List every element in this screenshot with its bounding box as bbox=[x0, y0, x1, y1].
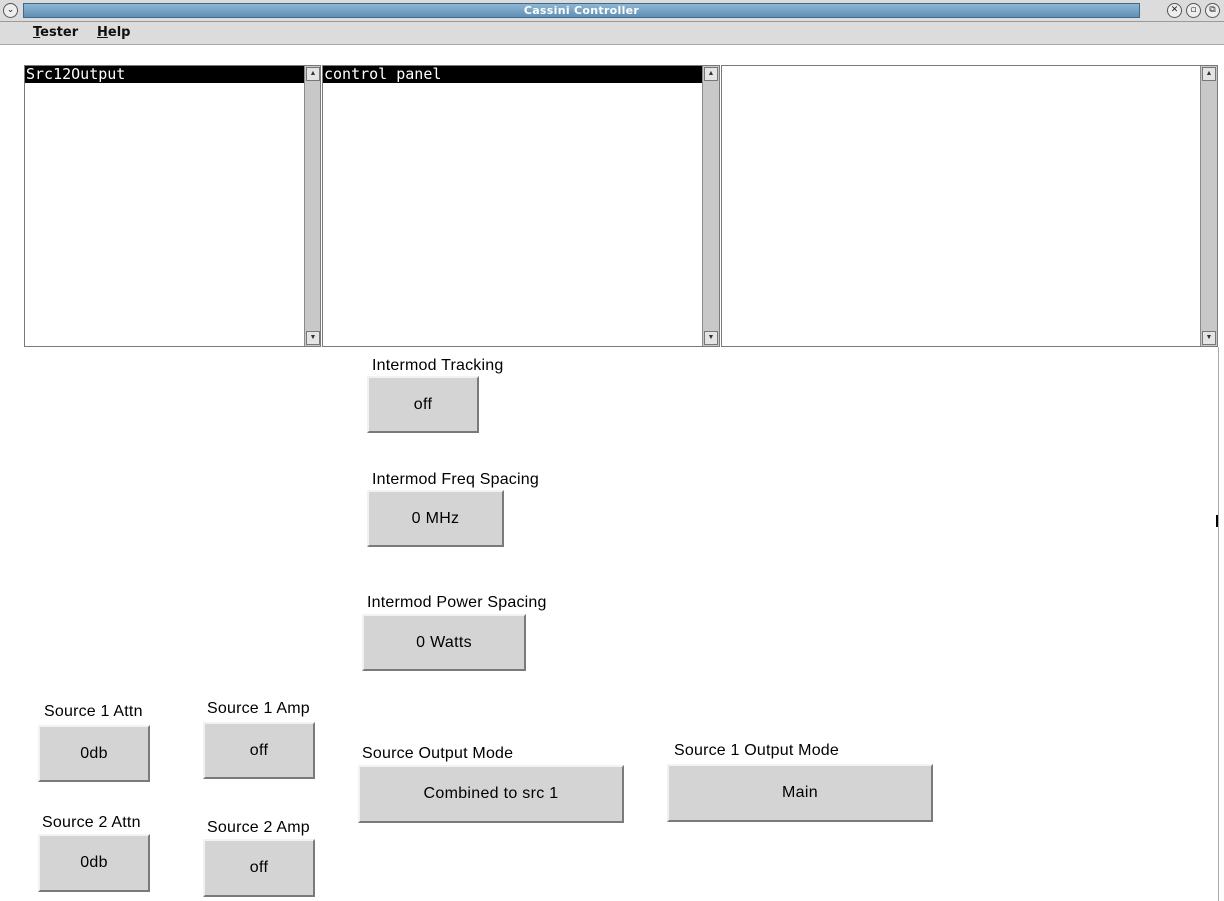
scroll-down-icon[interactable]: ▼ bbox=[306, 331, 320, 345]
scroll-down-icon[interactable]: ▼ bbox=[1202, 331, 1216, 345]
intermod-power-spacing-button[interactable]: 0 Watts bbox=[362, 614, 526, 671]
scroll-up-icon[interactable]: ▲ bbox=[306, 67, 320, 81]
close-icon[interactable]: ✕ bbox=[1167, 3, 1182, 18]
scroll-down-icon[interactable]: ▼ bbox=[704, 331, 718, 345]
source1-amp-button[interactable]: off bbox=[203, 722, 315, 779]
source2-amp-label: Source 2 Amp bbox=[207, 819, 310, 836]
list-left[interactable]: Src12Output ▲ ▼ bbox=[24, 65, 321, 347]
intermod-power-spacing-label: Intermod Power Spacing bbox=[367, 594, 547, 611]
source2-amp-button[interactable]: off bbox=[203, 839, 315, 897]
edge-marker bbox=[1216, 515, 1218, 527]
source1-output-mode-label: Source 1 Output Mode bbox=[674, 742, 839, 759]
chevron-down-icon[interactable]: ⌄ bbox=[3, 3, 18, 18]
source1-attn-button[interactable]: 0db bbox=[38, 725, 150, 782]
intermod-tracking-label: Intermod Tracking bbox=[372, 357, 504, 374]
intermod-tracking-button[interactable]: off bbox=[367, 376, 479, 433]
source-output-mode-button[interactable]: Combined to src 1 bbox=[358, 765, 624, 823]
title-bar: ⌄ Cassini Controller ✕ ▫ ⧉ bbox=[0, 0, 1224, 22]
menu-tester[interactable]: Tester bbox=[33, 25, 78, 40]
scroll-up-icon[interactable]: ▲ bbox=[1202, 67, 1216, 81]
intermod-freq-spacing-label: Intermod Freq Spacing bbox=[372, 471, 539, 488]
menu-bar: Tester Help bbox=[0, 22, 1224, 45]
minimize-icon[interactable]: ▫ bbox=[1186, 3, 1201, 18]
source2-attn-label: Source 2 Attn bbox=[42, 814, 141, 831]
window-title: Cassini Controller bbox=[523, 4, 640, 17]
intermod-freq-spacing-button[interactable]: 0 MHz bbox=[367, 490, 504, 547]
title-bar-strip[interactable]: Cassini Controller bbox=[23, 3, 1140, 18]
list-item-selected[interactable]: Src12Output bbox=[25, 66, 305, 83]
source1-attn-label: Source 1 Attn bbox=[44, 703, 143, 720]
scroll-up-icon[interactable]: ▲ bbox=[704, 67, 718, 81]
source1-amp-label: Source 1 Amp bbox=[207, 700, 310, 717]
list-right[interactable]: ▲ ▼ bbox=[721, 65, 1218, 347]
scrollbar[interactable]: ▲ ▼ bbox=[702, 66, 719, 346]
source1-output-mode-button[interactable]: Main bbox=[667, 764, 933, 822]
maximize-icon[interactable]: ⧉ bbox=[1205, 3, 1220, 18]
source2-attn-button[interactable]: 0db bbox=[38, 834, 150, 892]
scrollbar[interactable]: ▲ ▼ bbox=[304, 66, 320, 346]
list-middle[interactable]: control panel ▲ ▼ bbox=[322, 65, 720, 347]
menu-help[interactable]: Help bbox=[97, 25, 130, 40]
scrollbar[interactable]: ▲ ▼ bbox=[1200, 66, 1217, 346]
list-item-selected[interactable]: control panel bbox=[323, 66, 702, 83]
source-output-mode-label: Source Output Mode bbox=[362, 745, 514, 762]
